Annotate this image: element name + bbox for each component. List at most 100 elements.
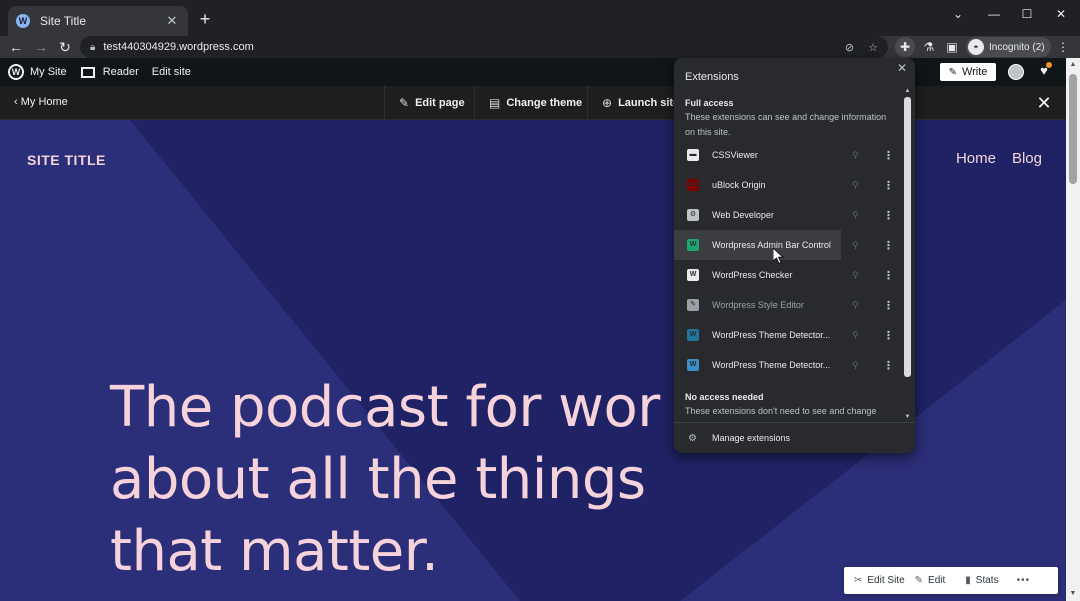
my-home-label: My Home [20,96,68,108]
lock-icon[interactable]: 🔒︎ [90,42,95,53]
edit-site-link[interactable]: Edit site [152,66,191,78]
extension-name: WordPress Theme Detector... [712,360,831,370]
full-access-description: These extensions can see and change info… [685,112,887,137]
extension-more-icon[interactable]: ⋮ [883,179,894,192]
maximize-button[interactable]: ☐ [1013,4,1041,24]
extension-row[interactable]: ⚙ Web Developer ⚲ ⋮ [674,200,902,230]
window-close-button[interactable]: ✕ [1047,4,1075,24]
scroll-up-icon[interactable]: ▲ [1066,58,1080,72]
edit-site-action[interactable]: ✂ Edit Site [854,575,905,586]
manage-extensions-button[interactable]: ⚙ Manage extensions [674,422,915,453]
popup-close-icon[interactable]: ✕ [896,61,908,75]
url-input[interactable] [103,41,831,53]
edit-action-label: Edit [928,575,946,586]
close-editor-icon[interactable]: ✕ [1034,93,1054,113]
incognito-profile-button[interactable]: ◓ Incognito (2) [966,37,1051,57]
extension-name: Wordpress Style Editor [712,300,804,310]
minimize-button[interactable]: — [980,4,1008,24]
stats-action[interactable]: ▮ Stats [965,575,998,586]
extension-row[interactable]: W WordPress Checker ⚲ ⋮ [674,260,902,290]
no-access-description: These extensions don't need to see and c… [685,406,877,416]
forward-button[interactable]: → [31,37,51,57]
browser-toolbar: ← → ↻ 🔒︎ ⊘ ☆ ✚ ⚗ ▣ ◓ Incognito (2) ⋮ [0,36,1080,58]
write-button[interactable]: ✎ Write [940,63,996,81]
popup-scroll-thumb[interactable] [904,97,911,377]
wordpress-checker-icon: W [687,269,699,281]
pin-icon[interactable]: ⚲ [852,240,859,251]
avatar[interactable] [1008,64,1024,80]
nav-home-link[interactable]: Home [956,150,996,167]
extension-name: uBlock Origin [712,180,766,190]
extension-more-icon[interactable]: ⋮ [883,269,894,282]
edit-page-button[interactable]: ✎ Edit page [384,86,479,120]
extension-more-icon[interactable]: ⋮ [883,299,894,312]
page-scrollbar[interactable]: ▲ ▼ [1066,58,1080,601]
extension-row[interactable]: uB uBlock Origin ⚲ ⋮ [674,170,902,200]
bookmark-star-icon[interactable]: ☆ [868,41,878,54]
reload-button[interactable]: ↻ [55,37,75,57]
extension-more-icon[interactable]: ⋮ [883,359,894,372]
popup-scroll-up-icon[interactable]: ▲ [902,86,913,96]
incognito-label: Incognito (2) [989,41,1045,53]
my-site-link[interactable]: W My Site [8,64,67,80]
wordpress-admin-bar-icon: W [687,239,699,251]
write-label: Write [961,66,988,78]
new-tab-button[interactable]: + [196,9,214,29]
address-bar[interactable]: 🔒︎ ⊘ ☆ [80,36,888,58]
extension-row[interactable]: ✎ Wordpress Style Editor ⚲ ⋮ [674,290,902,320]
extension-more-icon[interactable]: ⋮ [883,209,894,222]
tab-close-icon[interactable]: ✕ [164,13,180,29]
notifications-bell-icon[interactable]: ♥ [1036,62,1052,79]
browser-menu-icon[interactable]: ⋮ [1053,37,1073,57]
edit-site-label: Edit site [151,66,191,78]
more-options-icon[interactable]: ••• [1017,575,1031,586]
browser-tab[interactable]: W Site Title ✕ [8,6,188,36]
extensions-puzzle-icon[interactable]: ✚ [895,37,915,57]
extension-row[interactable]: W WordPress Theme Detector... ⚲ ⋮ [674,350,902,380]
pin-icon[interactable]: ⚲ [852,180,859,191]
hero-headline: The podcast for wor about all the things… [110,372,1066,588]
theme-detector-icon: W [687,329,699,341]
pin-icon[interactable]: ⚲ [852,300,859,311]
gear-icon: ⚙ [688,432,697,444]
reader-icon [80,66,95,78]
nav-blog-link[interactable]: Blog [1012,150,1042,167]
side-panel-icon[interactable]: ▣ [942,37,962,57]
pin-icon[interactable]: ⚲ [852,330,859,341]
extension-more-icon[interactable]: ⋮ [883,239,894,252]
site-title[interactable]: SITE TITLE [27,152,106,168]
extension-row[interactable]: W Wordpress Admin Bar Control ⚲ ⋮ [674,230,902,260]
incognito-icon: ◓ [968,39,984,55]
pin-icon[interactable]: ⚲ [852,360,859,371]
wordpress-logo-icon: W [8,64,24,80]
edit-action[interactable]: ✎ Edit [915,575,946,586]
headline-line: about all the things [110,447,646,512]
pin-icon[interactable]: ⚲ [852,270,859,281]
change-theme-button[interactable]: ▤ Change theme [474,86,596,120]
tools-icon: ✂ [854,575,863,586]
my-home-link[interactable]: ‹ My Home [14,96,68,108]
scroll-thumb[interactable] [1069,74,1077,184]
back-button[interactable]: ← [6,37,26,57]
popup-scroll-down-icon[interactable]: ▼ [902,412,913,422]
pin-icon[interactable]: ⚲ [852,150,859,161]
launch-site-label: Launch site [618,97,680,109]
pin-icon[interactable]: ⚲ [852,210,859,221]
flask-extension-icon[interactable]: ⚗ [919,37,939,57]
tracking-blocked-eye-icon[interactable]: ⊘ [845,41,854,54]
extension-more-icon[interactable]: ⋮ [883,329,894,342]
extension-row[interactable]: ▬ CSSViewer ⚲ ⋮ [674,140,902,170]
extensions-popup: Extensions ✕ Full access These extension… [674,58,915,453]
extension-more-icon[interactable]: ⋮ [883,149,894,162]
change-theme-label: Change theme [506,97,583,109]
style-editor-icon: ✎ [687,299,699,311]
reader-link[interactable]: Reader [80,66,139,78]
popup-scrollbar[interactable]: ▲ ▼ [902,86,913,422]
floating-action-bar: ✂ Edit Site ✎ Edit ▮ Stats ••• [844,567,1058,594]
tab-search-icon[interactable]: ⌄ [944,4,972,24]
scroll-down-icon[interactable]: ▼ [1066,587,1080,601]
extension-row[interactable]: W WordPress Theme Detector... ⚲ ⋮ [674,320,902,350]
stats-action-label: Stats [975,575,999,586]
tab-title: Site Title [40,14,87,28]
mouse-cursor-icon [773,248,785,264]
